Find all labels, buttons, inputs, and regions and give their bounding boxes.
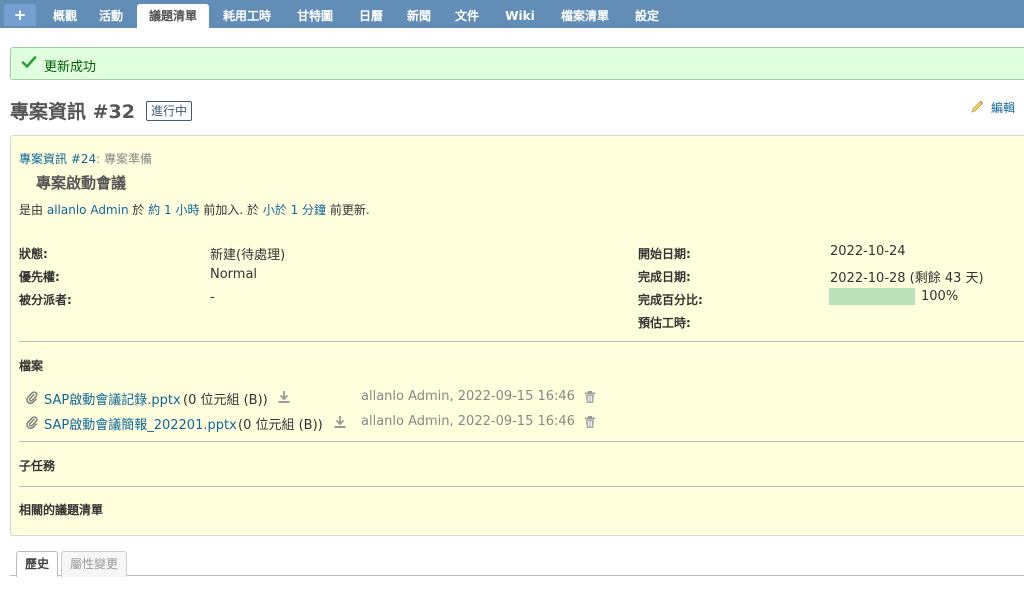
tab-settings[interactable]: 設定 bbox=[626, 4, 668, 28]
priority-value: Normal bbox=[210, 267, 258, 282]
issue-author-line: 是由 allanlo Admin 於 約 1 小時 前加入. 於 小於 1 分鐘… bbox=[19, 201, 370, 218]
due-date-label: 完成日期: bbox=[638, 270, 691, 284]
download-icon[interactable] bbox=[277, 390, 291, 404]
author-prefix: 是由 bbox=[19, 203, 44, 217]
author-link[interactable]: allanlo Admin bbox=[47, 203, 129, 217]
parent-issue: 專案資訊 #24: 專案準備 bbox=[19, 150, 152, 167]
tab-issues[interactable]: 議題清單 bbox=[137, 4, 209, 28]
status-value: 新建(待處理) bbox=[210, 248, 286, 263]
created-time-link[interactable]: 約 1 小時 bbox=[148, 203, 199, 217]
start-date-value: 2022-10-24 bbox=[830, 244, 906, 259]
top-menu: + 概觀 活動 議題清單 耗用工時 甘特圖 日曆 新聞 文件 Wiki 檔案清單… bbox=[0, 0, 1024, 28]
download-icon[interactable] bbox=[333, 415, 347, 429]
attachment-meta: allanlo Admin, 2022-09-15 16:46 bbox=[361, 414, 575, 429]
tab-activity[interactable]: 活動 bbox=[90, 4, 132, 28]
estimated-time-label: 預估工時: bbox=[638, 316, 691, 330]
due-date-value: 2022-10-28 (剩餘 43 天) bbox=[830, 271, 984, 286]
author-sep: 於 bbox=[132, 203, 145, 217]
parent-issue-link[interactable]: 專案資訊 #24 bbox=[19, 152, 96, 166]
attachment-meta: allanlo Admin, 2022-09-15 16:46 bbox=[361, 389, 575, 404]
status-label: 狀態: bbox=[19, 247, 48, 261]
assignee-value: - bbox=[210, 290, 215, 305]
pencil-icon bbox=[971, 100, 984, 113]
attachment-row: SAP啟動會議記錄.pptx (0 位元組 (B)) allanlo Admin… bbox=[25, 388, 605, 408]
assignee-label: 被分派者: bbox=[19, 293, 72, 307]
attachment-row: SAP啟動會議簡報_202201.pptx (0 位元組 (B)) allanl… bbox=[25, 413, 605, 433]
subtasks-section-title: 子任務 bbox=[19, 459, 56, 473]
done-ratio-value: 100% bbox=[921, 289, 959, 304]
history-tabs: 歷史 屬性變更 bbox=[10, 548, 1024, 577]
done-ratio-label: 完成百分比: bbox=[638, 293, 703, 307]
start-date-label: 開始日期: bbox=[638, 247, 691, 261]
updated-time-link[interactable]: 小於 1 分鐘 bbox=[263, 203, 326, 217]
issue-title: 專案資訊 #32 bbox=[10, 101, 135, 123]
tab-time-entries[interactable]: 耗用工時 bbox=[214, 4, 280, 28]
paperclip-icon bbox=[26, 391, 38, 404]
attachment-size: (0 位元組 (B)) bbox=[183, 393, 268, 408]
divider bbox=[19, 486, 1024, 487]
priority-label: 優先權: bbox=[19, 270, 60, 284]
tab-overview[interactable]: 概觀 bbox=[44, 4, 86, 28]
tab-gantt[interactable]: 甘特圖 bbox=[288, 4, 342, 28]
author-suffix: 前更新. bbox=[329, 203, 370, 217]
flash-message: 更新成功 bbox=[44, 60, 97, 75]
divider bbox=[19, 341, 1024, 342]
tab-history[interactable]: 歷史 bbox=[16, 551, 58, 577]
tab-property-changes[interactable]: 屬性變更 bbox=[61, 551, 127, 577]
status-badge: 進行中 bbox=[146, 101, 193, 121]
tab-files[interactable]: 檔案清單 bbox=[552, 4, 618, 28]
tab-wiki[interactable]: Wiki bbox=[498, 4, 542, 28]
trash-icon[interactable] bbox=[583, 390, 597, 404]
check-icon bbox=[21, 56, 37, 68]
issue-subject: 專案啟動會議 bbox=[36, 174, 127, 192]
parent-issue-subject: : 專案準備 bbox=[96, 152, 152, 166]
edit-label[interactable]: 編輯 bbox=[991, 99, 1015, 116]
divider bbox=[19, 441, 1024, 442]
attachment-size: (0 位元組 (B)) bbox=[238, 418, 323, 433]
done-ratio-bar bbox=[829, 288, 915, 305]
trash-icon[interactable] bbox=[583, 415, 597, 429]
attachment-link[interactable]: SAP啟動會議簡報_202201.pptx bbox=[44, 414, 237, 433]
files-section-title: 檔案 bbox=[19, 359, 44, 373]
tab-calendar[interactable]: 日曆 bbox=[350, 4, 392, 28]
tab-documents[interactable]: 文件 bbox=[446, 4, 488, 28]
attachment-link[interactable]: SAP啟動會議記錄.pptx bbox=[44, 389, 181, 408]
paperclip-icon bbox=[26, 416, 38, 429]
new-object-button[interactable]: + bbox=[4, 4, 36, 26]
issue-details: 專案資訊 #24: 專案準備 專案啟動會議 是由 allanlo Admin 於… bbox=[10, 135, 1024, 536]
relations-section-title: 相關的議題清單 bbox=[19, 503, 104, 517]
flash-notice: 更新成功 bbox=[10, 47, 1024, 80]
tab-news[interactable]: 新聞 bbox=[398, 4, 440, 28]
author-mid: 前加入. 於 bbox=[203, 203, 259, 217]
